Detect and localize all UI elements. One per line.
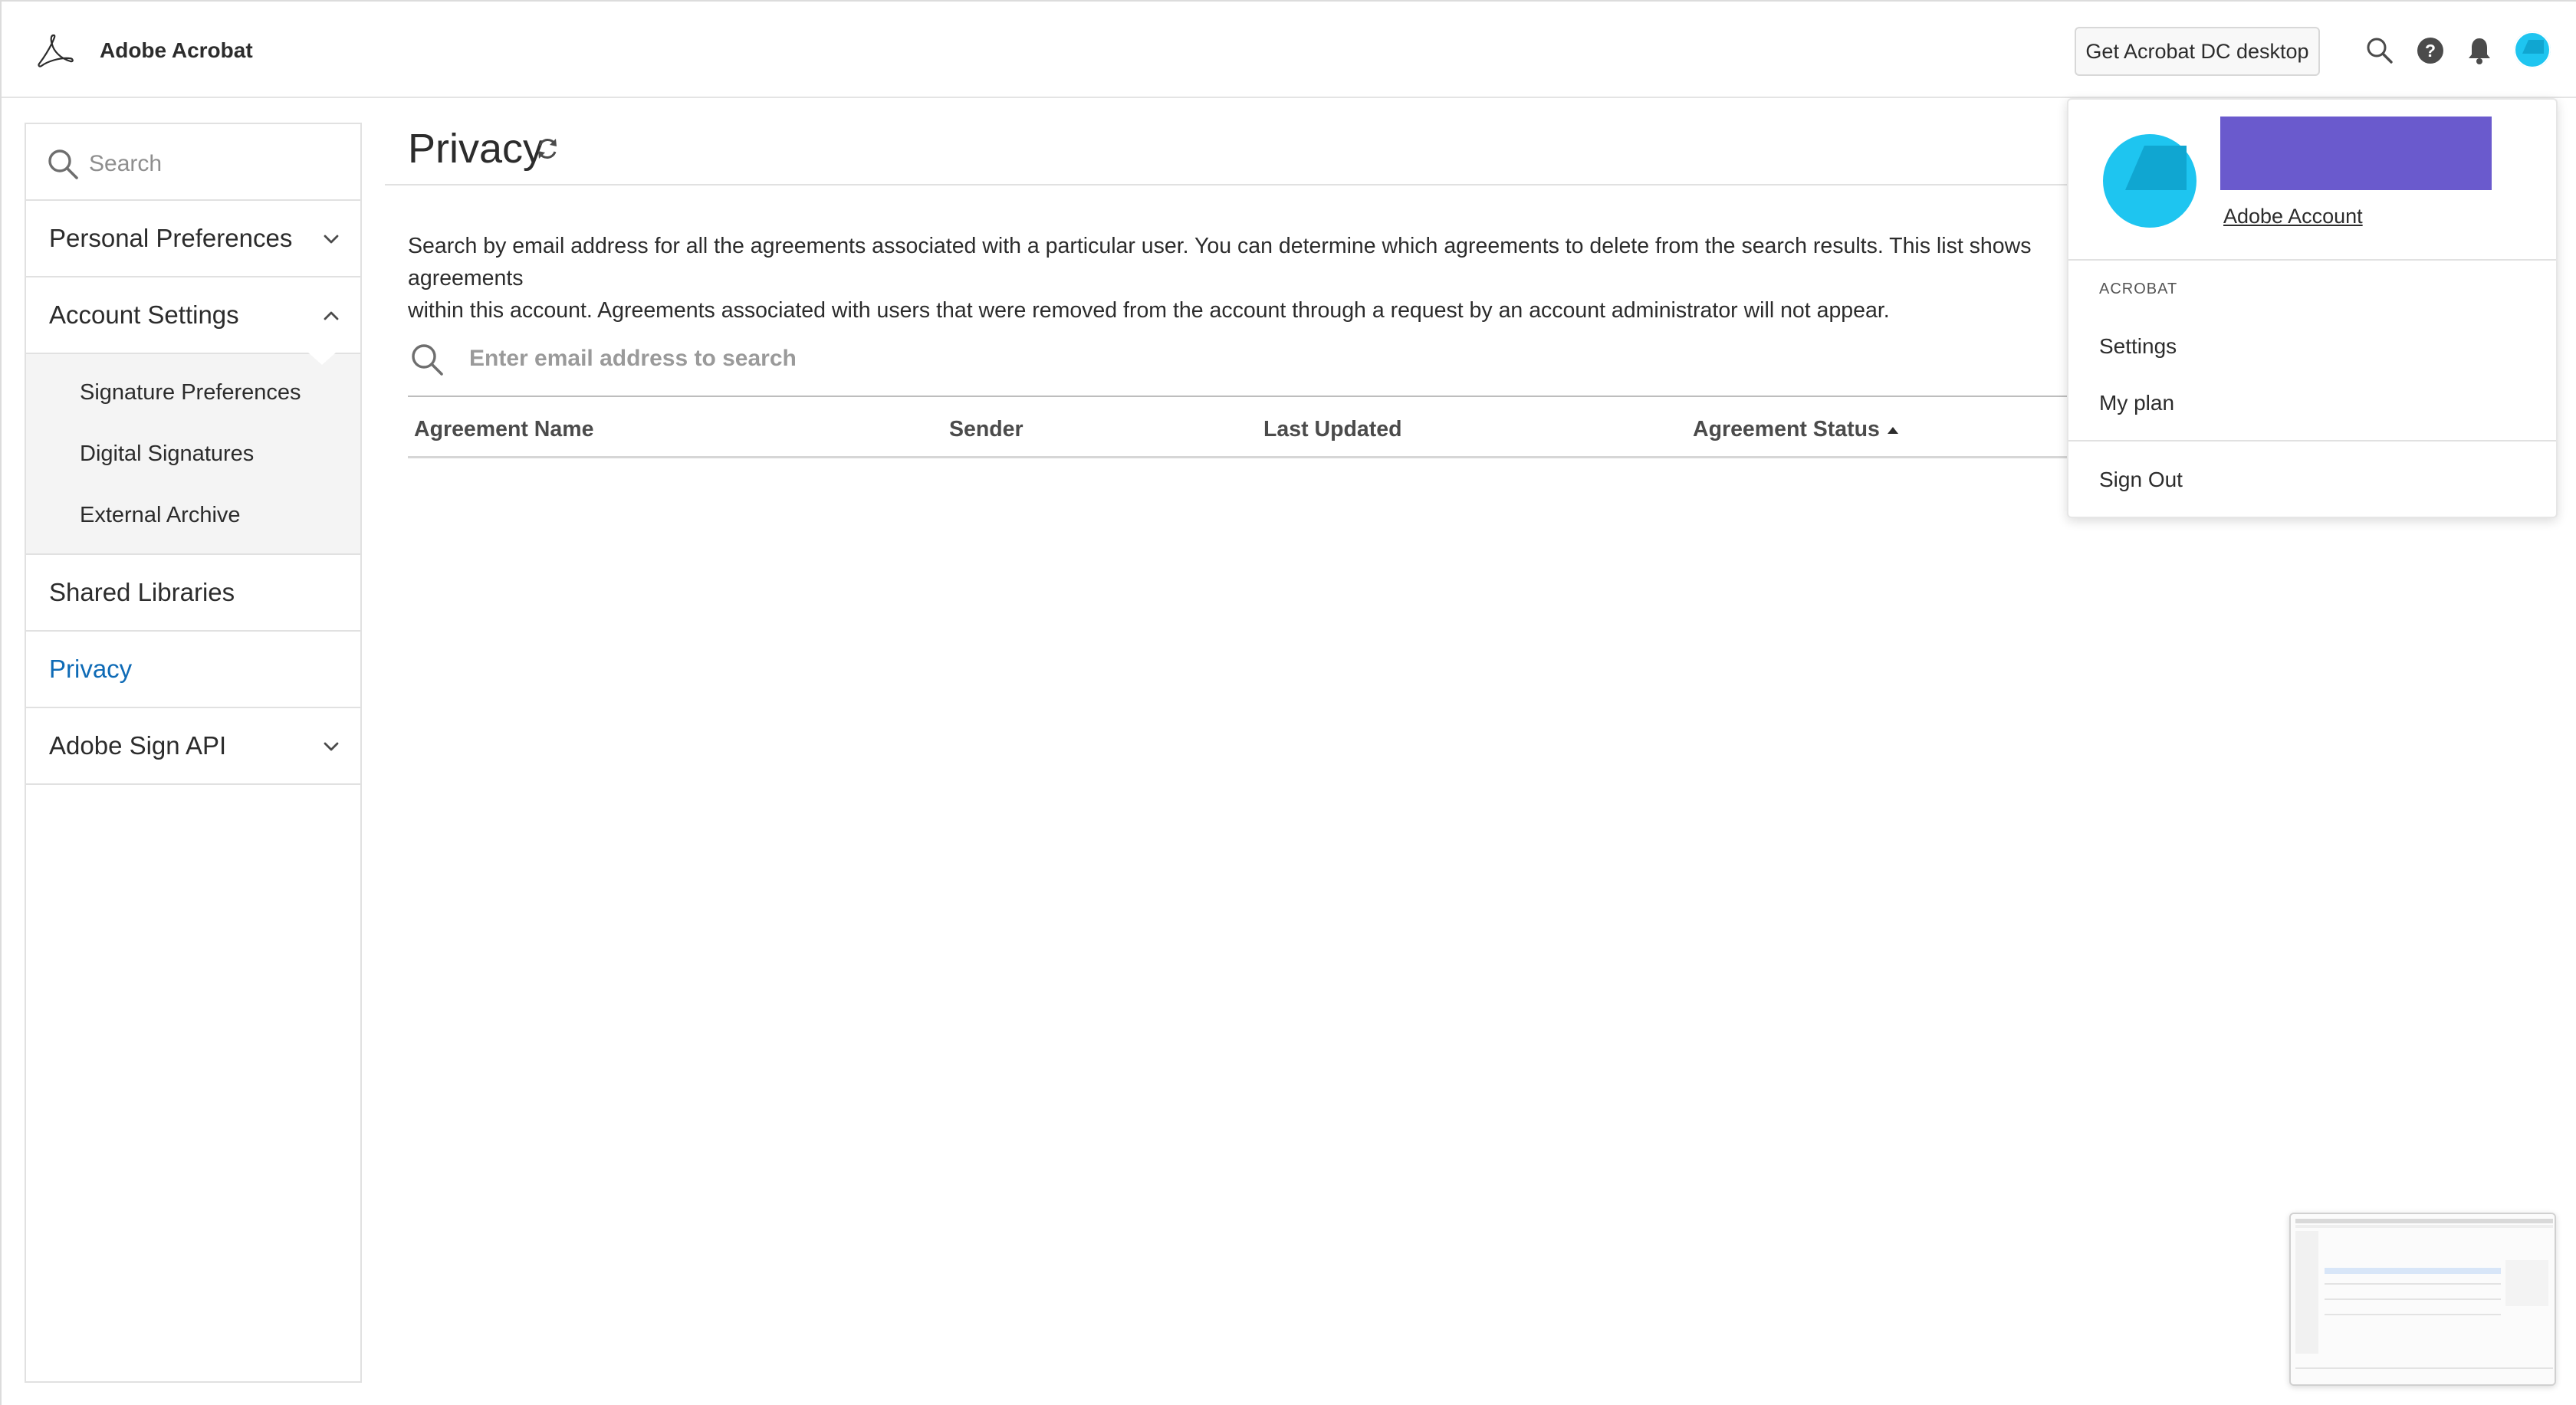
email-search-field[interactable]: Enter email address to search xyxy=(408,333,2095,397)
redacted-user-name xyxy=(2220,117,2492,190)
sidebar-item-label: Personal Preferences xyxy=(49,224,293,252)
column-header-agreement-name[interactable]: Agreement Name xyxy=(414,414,593,445)
menu-item-sign-out[interactable]: Sign Out xyxy=(2099,465,2183,495)
menu-divider xyxy=(2068,259,2556,261)
page-title: Privacy xyxy=(408,126,544,172)
sidebar-item-label: Account Settings xyxy=(49,300,239,329)
column-header-agreement-status[interactable]: Agreement Status xyxy=(1693,414,1898,445)
sidebar-item-account-settings[interactable]: Account Settings xyxy=(26,277,360,354)
sidebar-item-personal-preferences[interactable]: Personal Preferences xyxy=(26,201,360,277)
settings-sidebar: Search Personal Preferences Account Sett… xyxy=(25,123,362,1383)
adobe-account-link[interactable]: Adobe Account xyxy=(2223,202,2363,230)
avatar-icon[interactable] xyxy=(2513,31,2551,69)
refresh-icon[interactable] xyxy=(534,135,561,162)
sidebar-item-label: Adobe Sign API xyxy=(49,731,227,760)
account-settings-submenu: Signature Preferences Digital Signatures… xyxy=(26,353,360,555)
screenshot-thumbnail[interactable] xyxy=(2289,1213,2556,1386)
sidebar-item-privacy[interactable]: Privacy xyxy=(26,632,360,708)
menu-item-my-plan[interactable]: My plan xyxy=(2099,388,2174,419)
submenu-notch xyxy=(308,353,336,365)
account-menu-popover: Adobe Account ACROBAT Settings My plan S… xyxy=(2067,98,2558,518)
menu-item-settings[interactable]: Settings xyxy=(2099,331,2177,362)
sidebar-subitem-digital-signatures[interactable]: Digital Signatures xyxy=(26,423,360,484)
column-header-last-updated[interactable]: Last Updated xyxy=(1263,414,1402,445)
avatar-icon xyxy=(2103,134,2196,228)
privacy-description: Search by email address for all the agre… xyxy=(408,234,2032,323)
svg-text:?: ? xyxy=(2425,41,2436,61)
column-header-label: Agreement Status xyxy=(1693,417,1880,442)
column-header-sender[interactable]: Sender xyxy=(949,414,1024,445)
app-title[interactable]: Adobe Acrobat xyxy=(100,35,253,66)
email-search-placeholder: Enter email address to search xyxy=(469,346,797,371)
thumbnail-preview-image xyxy=(2291,1214,2555,1384)
agreements-table-header: Agreement Name Sender Last Updated Agree… xyxy=(408,399,2095,458)
sidebar-search[interactable]: Search xyxy=(26,124,360,201)
sidebar-search-placeholder: Search xyxy=(89,151,163,176)
search-icon xyxy=(412,344,443,376)
sidebar-item-label: Shared Libraries xyxy=(49,578,235,606)
menu-divider xyxy=(2068,440,2556,442)
search-icon[interactable] xyxy=(2363,34,2397,67)
chevron-up-icon xyxy=(324,311,339,320)
sidebar-subitem-signature-preferences[interactable]: Signature Preferences xyxy=(26,362,360,423)
help-icon[interactable]: ? xyxy=(2413,34,2447,67)
sidebar-item-adobe-sign-api[interactable]: Adobe Sign API xyxy=(26,708,360,785)
sidebar-subitem-external-archive[interactable]: External Archive xyxy=(26,484,360,546)
acrobat-logo-icon[interactable] xyxy=(35,32,75,69)
sidebar-item-shared-libraries[interactable]: Shared Libraries xyxy=(26,555,360,632)
top-bar: Adobe Acrobat Get Acrobat DC desktop ? xyxy=(2,2,2576,98)
get-acrobat-desktop-button[interactable]: Get Acrobat DC desktop xyxy=(2075,27,2320,76)
search-icon xyxy=(48,149,78,179)
bell-icon[interactable] xyxy=(2463,34,2496,67)
sidebar-item-label: Privacy xyxy=(49,655,133,683)
menu-section-label: ACROBAT xyxy=(2099,281,2178,297)
sort-ascending-icon xyxy=(1887,426,1898,434)
chevron-down-icon xyxy=(324,742,339,751)
chevron-down-icon xyxy=(324,235,339,244)
